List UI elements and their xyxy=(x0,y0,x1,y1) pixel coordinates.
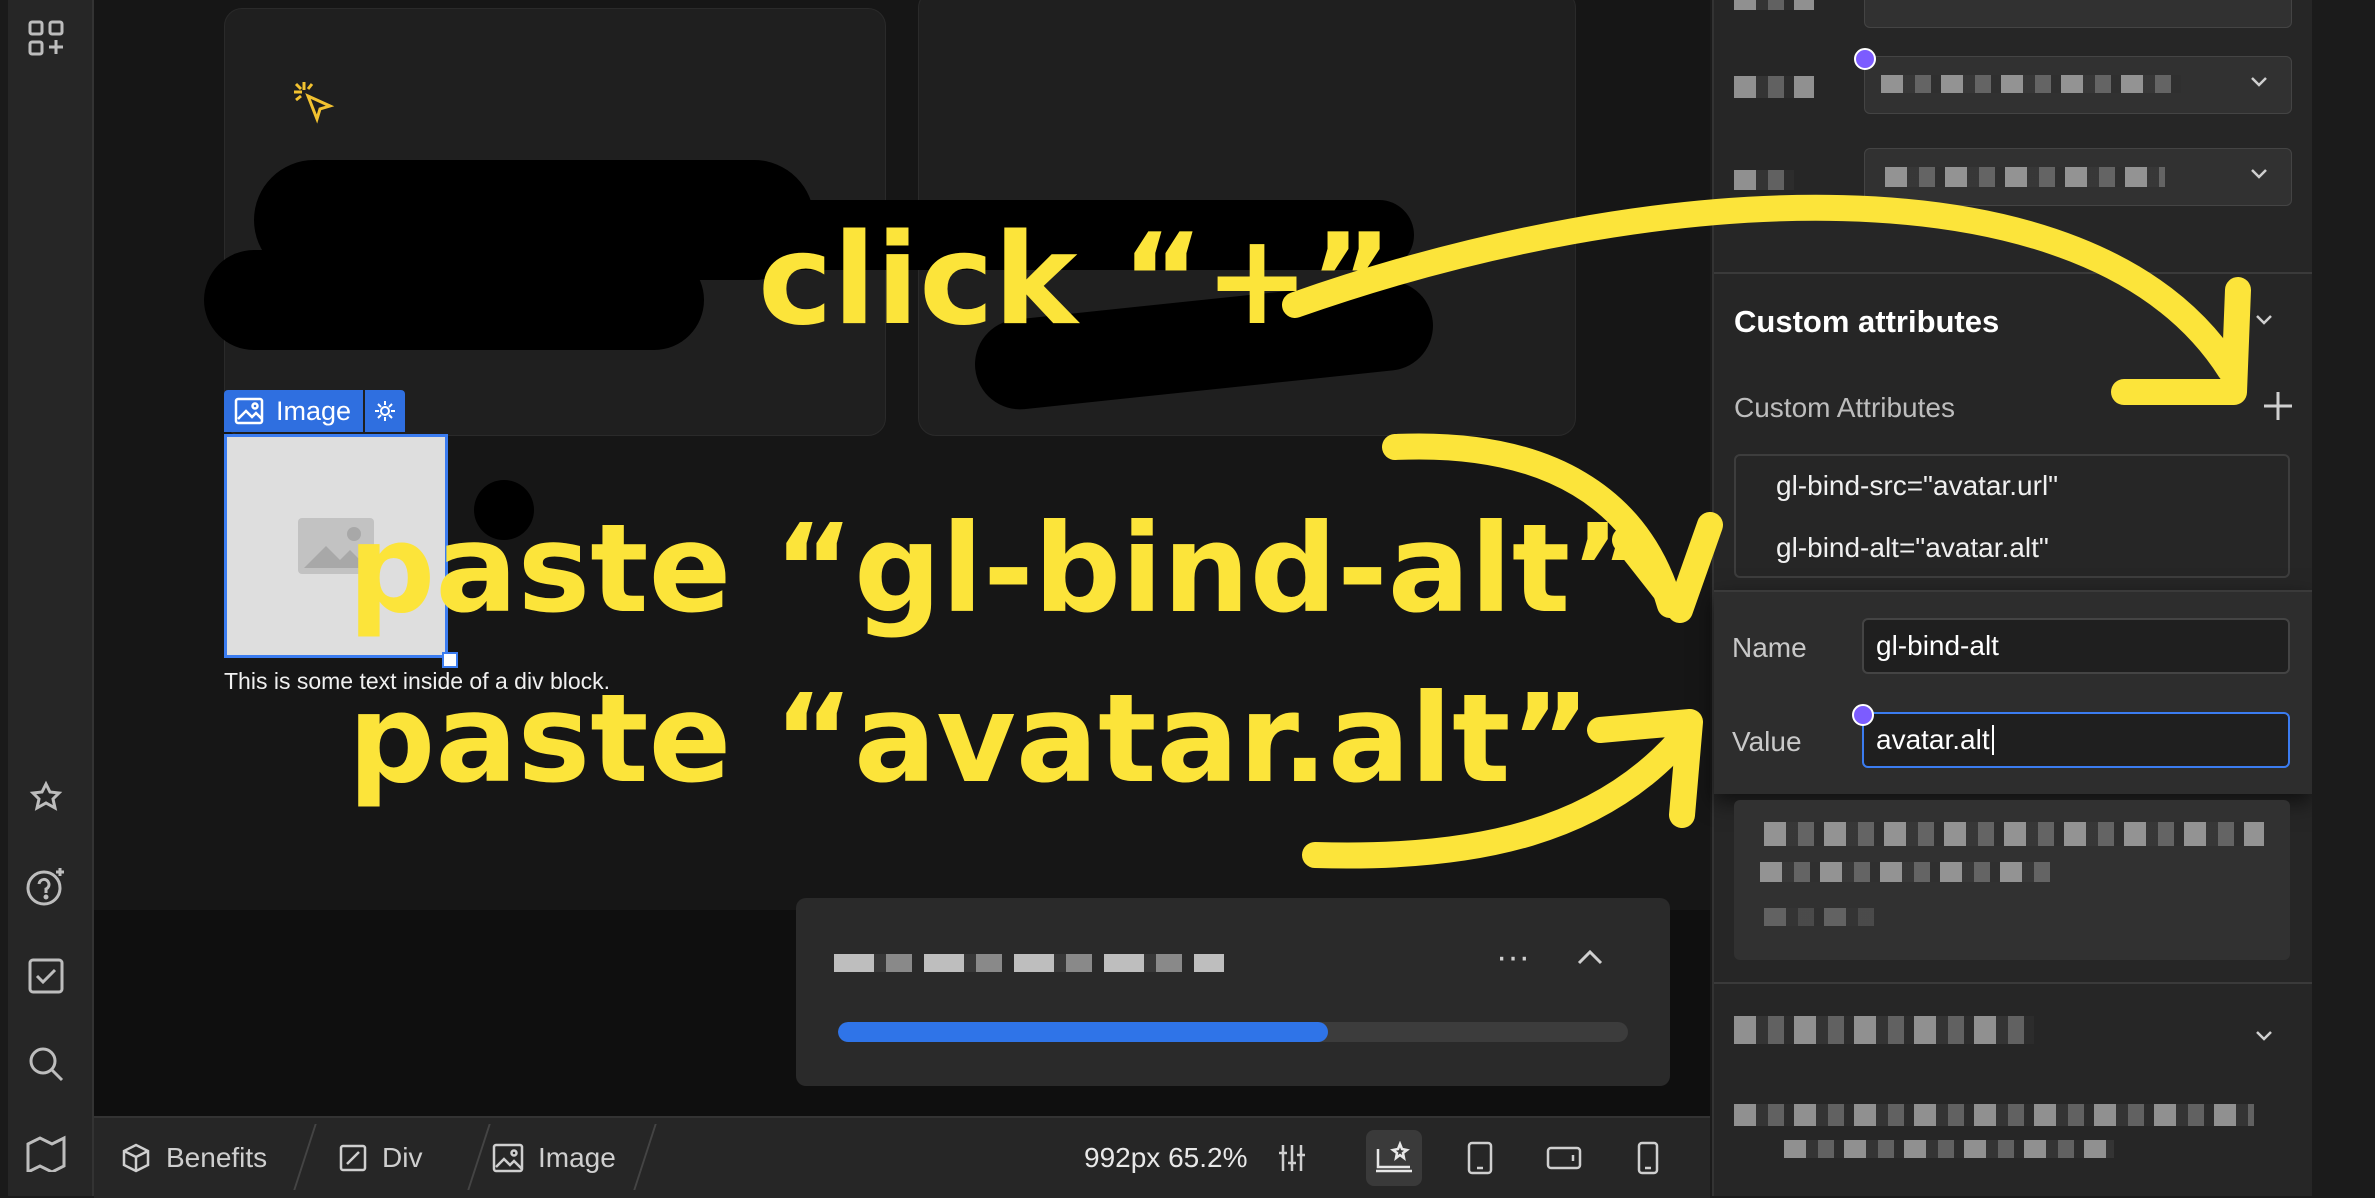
annotation-step-1: click “+” xyxy=(758,206,1393,353)
annotation-step-2: paste “gl-bind-alt” xyxy=(348,498,1651,640)
arrow-to-plus-button xyxy=(1282,194,2243,383)
annotation-step-3: paste “avatar.alt” xyxy=(348,668,1591,810)
